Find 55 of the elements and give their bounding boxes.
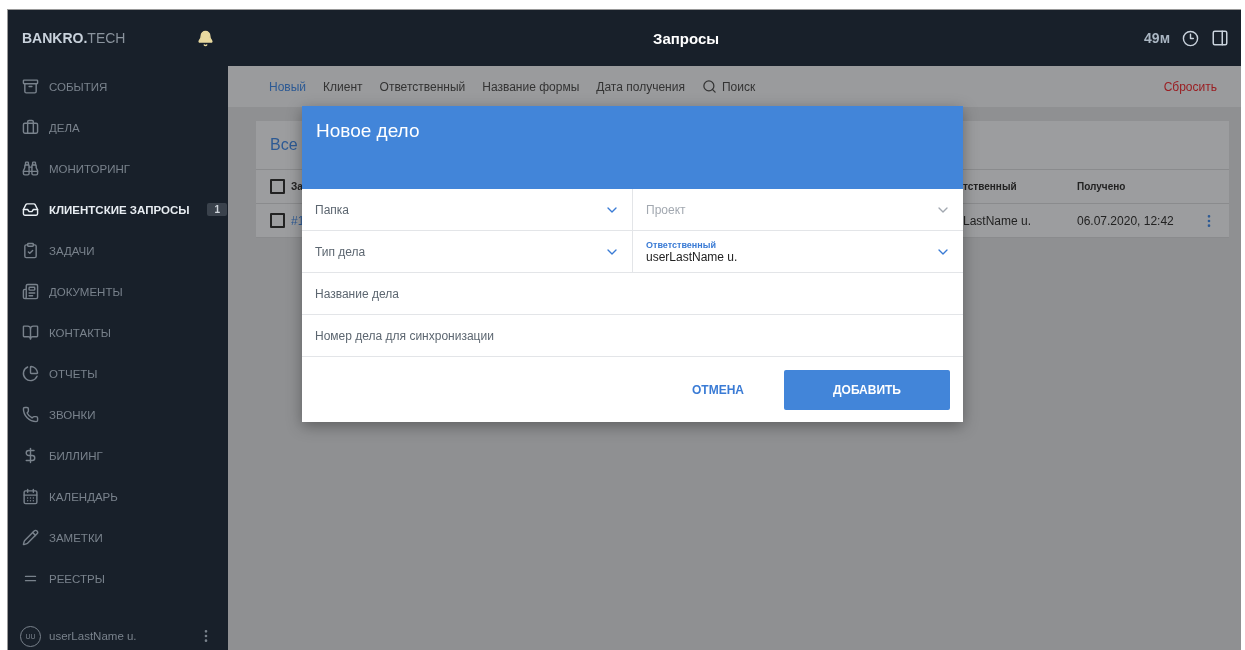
column-header: Получено	[1077, 181, 1127, 192]
column-header: тственный	[963, 181, 1018, 192]
select-field[interactable]: Папка	[302, 189, 632, 230]
table-cell-text: LastName u.	[963, 213, 1033, 228]
book-icon	[22, 324, 39, 341]
pie-chart-icon	[22, 365, 39, 382]
bell-icon[interactable]	[197, 29, 214, 47]
brand-logo[interactable]: BANKRO.TECH	[22, 30, 126, 46]
sidebar-item[interactable]: МОНИТОРИНГ	[8, 148, 228, 189]
sidebar-item[interactable]: ОТЧЕТЫ	[8, 353, 228, 394]
sidebar-item[interactable]: КОНТАКТЫ	[8, 312, 228, 353]
filter-tab[interactable]: Новый	[269, 79, 307, 94]
page-title: Запросы	[652, 29, 721, 47]
sidebar-item[interactable]: ЗАМЕТКИ	[8, 517, 228, 558]
user-name: userLastName u.	[49, 630, 138, 642]
filter-tab[interactable]: Дата получения	[596, 79, 685, 94]
dialog-title: Новое дело	[316, 120, 420, 141]
checkbox[interactable]	[270, 213, 285, 228]
card-title: Все	[270, 136, 298, 154]
search-icon	[701, 79, 717, 94]
sidebar-item[interactable]: РЕЕСТРЫ	[8, 558, 228, 599]
cancel-button[interactable]: ОТМЕНА	[686, 381, 750, 398]
inbox-icon	[22, 201, 39, 218]
sidebar-item[interactable]: ЗАДАЧИ	[8, 230, 228, 271]
count-badge: 1	[207, 203, 228, 216]
sidebar-item[interactable]: КЛИЕНТСКИЕ ЗАПРОСЫ 1	[8, 189, 228, 230]
panel-icon[interactable]	[1211, 29, 1229, 47]
sidebar-item[interactable]: ДОКУМЕНТЫ	[8, 271, 228, 312]
sidebar-item[interactable]: ЗВОНКИ	[8, 394, 228, 435]
briefcase-icon	[22, 119, 39, 136]
sidebar-item[interactable]: БИЛЛИНГ	[8, 435, 228, 476]
column-header: За	[291, 181, 303, 192]
calendar-icon	[22, 488, 39, 505]
newspaper-icon	[22, 283, 39, 300]
binoculars-icon	[22, 160, 39, 177]
filter-tab[interactable]: Ответственный	[379, 79, 466, 94]
table-cell-text: 06.07.2020, 12:42	[1077, 213, 1175, 228]
filter-tab[interactable]: Название формы	[482, 79, 580, 94]
reset-link[interactable]: Сбросить	[1163, 79, 1217, 94]
timer-text: 49м	[1144, 30, 1170, 46]
select-field[interactable]: Ответственный userLastName u.	[632, 231, 963, 272]
clipboard-check-icon	[22, 242, 39, 259]
clock-icon[interactable]	[1182, 29, 1199, 47]
sidebar-item[interactable]: ДЕЛА	[8, 107, 228, 148]
checkbox[interactable]	[270, 179, 285, 194]
search-button[interactable]: Поиск	[701, 79, 756, 94]
sidebar-item[interactable]: КАЛЕНДАРЬ	[8, 476, 228, 517]
input-field[interactable]: Название дела	[302, 273, 963, 315]
add-button[interactable]: ДОБАВИТЬ	[784, 369, 950, 410]
pencil-icon	[22, 529, 39, 546]
input-field[interactable]: Номер дела для синхронизации	[302, 315, 963, 357]
phone-icon	[22, 406, 39, 423]
select-field[interactable]: Тип дела	[302, 231, 632, 272]
filter-tab[interactable]: Клиент	[323, 79, 363, 94]
sidebar-item[interactable]: СОБЫТИЯ	[8, 66, 228, 107]
